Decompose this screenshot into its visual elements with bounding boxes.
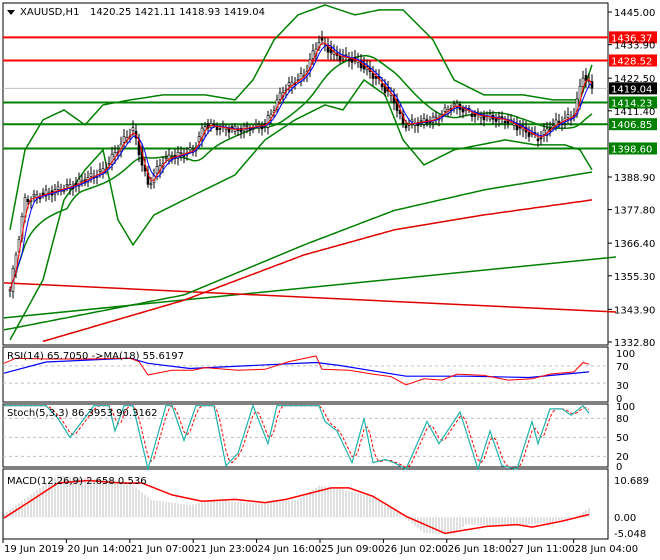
- candle-body: [542, 129, 546, 135]
- rsi-title: RSI(14) 65.7050 ->MA(18) 55.6197: [7, 351, 184, 362]
- price-tick-label: 1411.40: [614, 107, 655, 118]
- candle-body: [62, 190, 66, 193]
- candle-body: [350, 58, 354, 63]
- candle-body: [8, 289, 12, 292]
- level-price-label: 1398.60: [611, 144, 652, 155]
- time-tick-label: 21 Jun 23:00: [194, 544, 258, 555]
- candle-body: [347, 59, 351, 61]
- candle-body: [419, 120, 423, 122]
- candle-body: [278, 92, 282, 100]
- candle-body: [179, 152, 183, 154]
- candle-body: [26, 199, 30, 203]
- price-tick-label: 1433.90: [614, 41, 655, 52]
- candle-body: [494, 118, 498, 122]
- time-tick-label: 26 Jun 18:00: [448, 544, 512, 555]
- rsi-axis-label: 100: [616, 349, 635, 360]
- candle-body: [434, 115, 438, 118]
- symbol-title: XAUUSD,H1: [20, 7, 79, 18]
- time-tick-label: 28 Jun 04:00: [575, 544, 639, 555]
- candle-body: [584, 75, 588, 81]
- price-tick-label: 1343.90: [614, 305, 655, 316]
- candle-body: [287, 82, 291, 86]
- candle-body: [149, 183, 153, 186]
- price-tick-label: 1332.80: [614, 338, 655, 349]
- candle-body: [536, 138, 540, 142]
- chart-window[interactable]: 1436.371428.521414.231406.851398.601445.…: [0, 0, 660, 560]
- macd-axis-label: 0.00: [614, 513, 636, 524]
- time-tick-label: 26 Jun 02:00: [384, 544, 448, 555]
- candle-body: [212, 123, 216, 126]
- candle-body: [404, 125, 408, 129]
- time-tick-label: 27 Jun 11:00: [511, 544, 575, 555]
- level-price-label: 1406.85: [611, 120, 652, 131]
- candle-body: [227, 128, 231, 133]
- time-tick-label: 20 Jun 14:00: [67, 544, 131, 555]
- rsi-axis-label: 30: [616, 381, 629, 392]
- macd-axis-label: -5.048: [614, 529, 646, 540]
- candle-body: [155, 166, 159, 174]
- price-tick-label: 1355.30: [614, 272, 655, 283]
- stoch-axis-label: 100: [616, 402, 635, 413]
- candle-body: [380, 83, 384, 88]
- price-tick-label: 1366.40: [614, 239, 655, 250]
- time-tick-label: 24 Jun 16:00: [258, 544, 322, 555]
- candle-body: [197, 136, 201, 143]
- candle-body: [452, 103, 456, 107]
- candle-body: [218, 128, 222, 130]
- stoch-axis-label: 50: [616, 433, 629, 444]
- stoch-axis-label: 0: [616, 462, 622, 473]
- candle-body: [254, 122, 258, 125]
- candle-body: [539, 137, 543, 140]
- time-tick-label: 25 Jun 09:00: [321, 544, 385, 555]
- price-tick-label: 1445.00: [614, 8, 655, 19]
- candle-body: [32, 193, 36, 197]
- candle-body: [245, 124, 249, 127]
- time-tick-label: 21 Jun 07:00: [131, 544, 195, 555]
- current-price-label: 1419.04: [611, 84, 652, 95]
- candle-body: [338, 55, 342, 61]
- candle-body: [557, 120, 561, 123]
- candle-body: [470, 113, 474, 117]
- candle-body: [131, 127, 135, 132]
- candle-body: [188, 147, 192, 151]
- candle-body: [344, 54, 348, 56]
- candle-body: [164, 157, 168, 159]
- candle-body: [65, 184, 69, 187]
- stoch-axis-label: 80: [616, 414, 629, 425]
- candle-body: [215, 126, 219, 131]
- macd-axis-label: 10.689: [614, 476, 649, 487]
- candle-body: [89, 173, 93, 177]
- candle-body: [98, 169, 102, 172]
- candle-body: [500, 116, 504, 118]
- candle-body: [566, 114, 570, 118]
- rsi-axis-label: 70: [616, 362, 629, 373]
- candle-body: [251, 128, 255, 130]
- stoch-title: Stoch(5,3,3) 86.3953 90.3162: [7, 408, 158, 419]
- macd-title: MACD(12,26,9) 2.658 0.536: [7, 476, 147, 487]
- candle-body: [461, 107, 465, 113]
- candle-body: [371, 72, 375, 79]
- candle-body: [527, 132, 531, 137]
- candle-body: [503, 121, 507, 123]
- candle-body: [581, 77, 585, 87]
- candle-body: [311, 50, 315, 59]
- candle-body: [107, 163, 111, 165]
- ohlc-values: 1420.25 1421.11 1418.93 1419.04: [90, 7, 265, 18]
- level-price-label: 1428.52: [611, 56, 652, 67]
- candle-body: [122, 136, 126, 143]
- candle-body: [443, 107, 447, 112]
- time-tick-label: 19 Jun 2019: [4, 544, 64, 555]
- candle-body: [221, 124, 225, 126]
- candle-body: [56, 186, 60, 190]
- candle-body: [320, 37, 324, 41]
- price-tick-label: 1377.80: [614, 206, 655, 217]
- price-tick-label: 1388.90: [614, 173, 655, 184]
